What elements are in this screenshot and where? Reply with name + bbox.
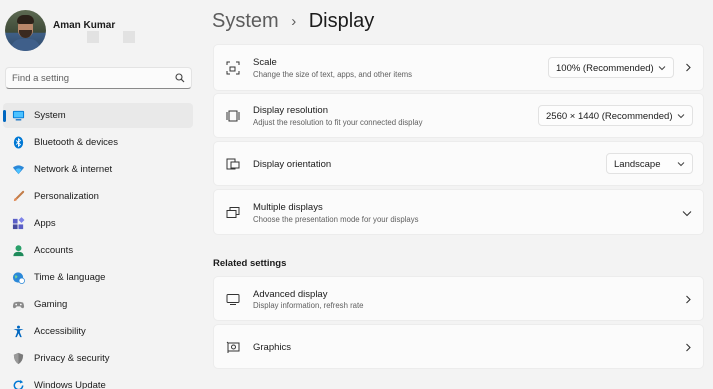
setting-title: Advanced display [253, 289, 328, 300]
setting-title: Display resolution [253, 105, 328, 116]
shield-icon [13, 352, 24, 365]
setting-card-graphics[interactable]: Graphics [213, 324, 704, 369]
sidebar-item-system[interactable]: System [3, 103, 193, 128]
setting-card-scale[interactable]: Scale Change the size of text, apps, and… [213, 44, 704, 91]
monitor-icon [226, 294, 240, 305]
sidebar-item-network[interactable]: Network & internet [3, 157, 193, 182]
breadcrumb-separator: › [291, 13, 297, 30]
search-box[interactable] [5, 67, 192, 89]
chevron-down-icon [658, 66, 666, 71]
setting-description: Display information, refresh rate [253, 301, 364, 310]
sidebar: Aman Kumar System Bluetooth & devices [0, 0, 200, 389]
breadcrumb: System › Display [212, 10, 374, 38]
graphics-card-icon [226, 341, 240, 353]
sidebar-item-label: Accessibility [34, 326, 86, 337]
apps-icon [12, 217, 25, 230]
chevron-right-icon[interactable] [684, 343, 692, 352]
resolution-dropdown[interactable]: 2560 × 1440 (Recommended) [538, 105, 693, 126]
setting-card-display-resolution[interactable]: Display resolution Adjust the resolution… [213, 93, 704, 138]
orientation-dropdown[interactable]: Landscape [606, 153, 693, 174]
scale-icon [226, 61, 240, 75]
setting-card-display-orientation[interactable]: Display orientation Landscape [213, 141, 704, 186]
sidebar-item-privacy-security[interactable]: Privacy & security [3, 346, 193, 371]
sidebar-item-label: Bluetooth & devices [34, 137, 118, 148]
sidebar-item-gaming[interactable]: Gaming [3, 292, 193, 317]
bluetooth-icon [13, 136, 24, 149]
setting-card-multiple-displays[interactable]: Multiple displays Choose the presentatio… [213, 189, 704, 235]
breadcrumb-parent[interactable]: System [212, 10, 279, 32]
search-icon[interactable] [175, 73, 185, 83]
setting-title: Graphics [253, 342, 292, 353]
sidebar-item-label: Time & language [34, 272, 106, 283]
chevron-down-icon [677, 114, 685, 119]
gamepad-icon [12, 301, 25, 309]
sidebar-item-label: Windows Update [34, 380, 106, 389]
sidebar-item-label: Accounts [34, 245, 74, 256]
accounts-icon [13, 245, 24, 257]
section-heading-related-settings: Related settings [213, 258, 287, 269]
resolution-icon [226, 110, 240, 122]
setting-card-advanced-display[interactable]: Advanced display Display information, re… [213, 276, 704, 321]
scale-dropdown[interactable]: 100% (Recommended) [548, 57, 674, 78]
setting-description: Adjust the resolution to fit your connec… [253, 118, 423, 127]
chevron-right-icon[interactable] [684, 63, 692, 72]
accessibility-icon [13, 325, 24, 338]
user-profile[interactable]: Aman Kumar [5, 10, 195, 52]
multiple-displays-icon [226, 207, 240, 218]
sidebar-item-label: System [34, 110, 66, 121]
setting-title: Multiple displays [253, 202, 323, 213]
sidebar-item-windows-update[interactable]: Windows Update [3, 373, 193, 389]
redacted-block [87, 31, 99, 43]
scale-dropdown-value: 100% (Recommended) [556, 63, 654, 74]
search-input[interactable] [6, 68, 171, 88]
sidebar-item-personalization[interactable]: Personalization [3, 184, 193, 209]
sidebar-item-accessibility[interactable]: Accessibility [3, 319, 193, 344]
brush-icon [13, 190, 25, 202]
system-icon [12, 110, 25, 121]
sidebar-item-accounts[interactable]: Accounts [3, 238, 193, 263]
sidebar-item-label: Network & internet [34, 164, 113, 175]
orientation-icon [226, 158, 240, 170]
sidebar-item-apps[interactable]: Apps [3, 211, 193, 236]
sidebar-item-time-language[interactable]: Time & language [3, 265, 193, 290]
sidebar-item-bluetooth[interactable]: Bluetooth & devices [3, 130, 193, 155]
setting-title: Scale [253, 57, 277, 68]
globe-clock-icon [12, 272, 25, 284]
avatar [5, 10, 46, 51]
orientation-dropdown-value: Landscape [614, 159, 661, 170]
sidebar-item-label: Privacy & security [34, 353, 110, 364]
sidebar-item-label: Apps [34, 218, 56, 229]
redacted-block [123, 31, 135, 43]
sidebar-nav: System Bluetooth & devices Network & int… [3, 103, 193, 389]
sidebar-item-label: Gaming [34, 299, 68, 310]
setting-title: Display orientation [253, 159, 332, 170]
wifi-icon [12, 165, 25, 175]
resolution-dropdown-value: 2560 × 1440 (Recommended) [546, 111, 673, 122]
windows-update-icon [13, 379, 24, 389]
page-title: Display [308, 10, 375, 32]
sidebar-item-label: Personalization [34, 191, 99, 202]
chevron-down-icon [677, 162, 685, 167]
profile-name: Aman Kumar [53, 20, 116, 31]
setting-description: Change the size of text, apps, and other… [253, 70, 413, 79]
chevron-right-icon[interactable] [684, 295, 692, 304]
chevron-down-icon[interactable] [682, 209, 692, 218]
setting-description: Choose the presentation mode for your di… [253, 215, 419, 224]
